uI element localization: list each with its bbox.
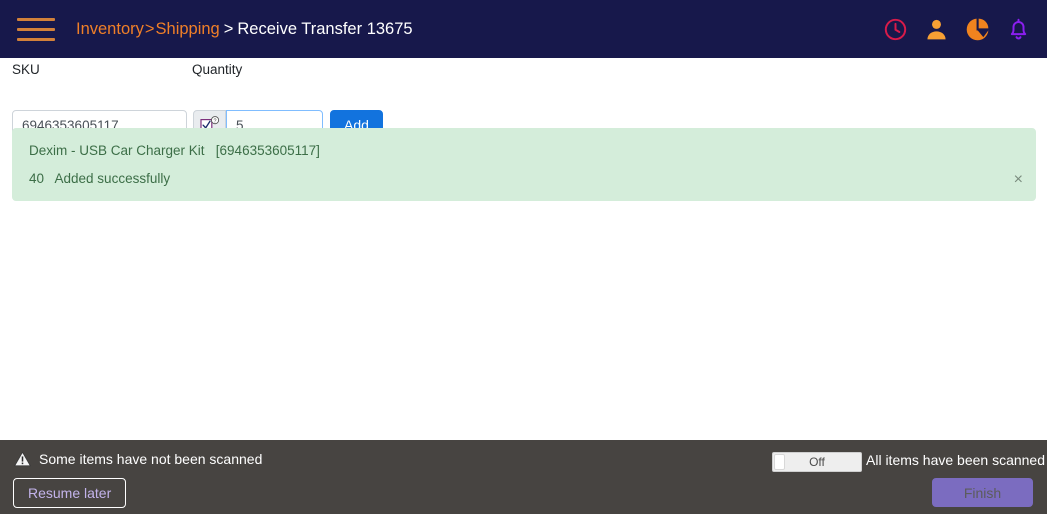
top-header: Inventory > Shipping > Receive Transfer 136…: [0, 0, 1047, 58]
clock-icon[interactable]: [883, 17, 908, 42]
resume-later-button[interactable]: Resume later: [13, 478, 127, 508]
breadcrumb-current-page: Receive Transfer 13675: [237, 19, 413, 38]
alert-status-line: 40 Added successfully: [29, 171, 171, 186]
breadcrumb-separator: >: [223, 19, 234, 38]
all-scanned-toggle[interactable]: Off: [772, 452, 862, 472]
pie-chart-icon[interactable]: [965, 17, 990, 42]
breadcrumb-separator: >: [144, 19, 155, 38]
bell-icon[interactable]: [1006, 17, 1031, 42]
warning-row: Some items have not been scanned: [13, 451, 263, 467]
success-alert: Dexim - USB Car Charger Kit [69463536051…: [12, 128, 1036, 201]
warning-triangle-icon: [13, 451, 32, 467]
entry-form: SKU Quantity ? Add: [0, 58, 1047, 140]
breadcrumb: Inventory > Shipping > Receive Transfer 136…: [76, 20, 413, 39]
header-icon-group: [883, 0, 1031, 58]
sku-label: SKU: [12, 62, 40, 77]
toggle-knob[interactable]: [774, 454, 785, 470]
all-scanned-label: All items have been scanned: [866, 452, 1045, 468]
breadcrumb-item-inventory[interactable]: Inventory: [76, 20, 144, 39]
svg-text:?: ?: [213, 118, 216, 124]
hamburger-bar: [17, 17, 55, 21]
finish-button[interactable]: Finish: [932, 478, 1033, 507]
alert-product-line: Dexim - USB Car Charger Kit [69463536051…: [29, 143, 320, 158]
toggle-state-label: Off: [809, 455, 825, 469]
close-icon[interactable]: ×: [1014, 172, 1023, 188]
user-icon[interactable]: [924, 17, 949, 42]
form-labels-row: SKU Quantity: [0, 58, 1047, 84]
form-inputs-row: ? Add: [0, 84, 1047, 140]
warning-message: Some items have not been scanned: [39, 451, 263, 467]
hamburger-icon[interactable]: [17, 17, 55, 41]
hamburger-bar: [17, 27, 55, 31]
breadcrumb-item-shipping[interactable]: Shipping: [156, 20, 220, 39]
quantity-label: Quantity: [192, 62, 243, 77]
hamburger-bar: [17, 37, 55, 41]
app-root: Inventory > Shipping > Receive Transfer 136…: [0, 0, 1047, 514]
